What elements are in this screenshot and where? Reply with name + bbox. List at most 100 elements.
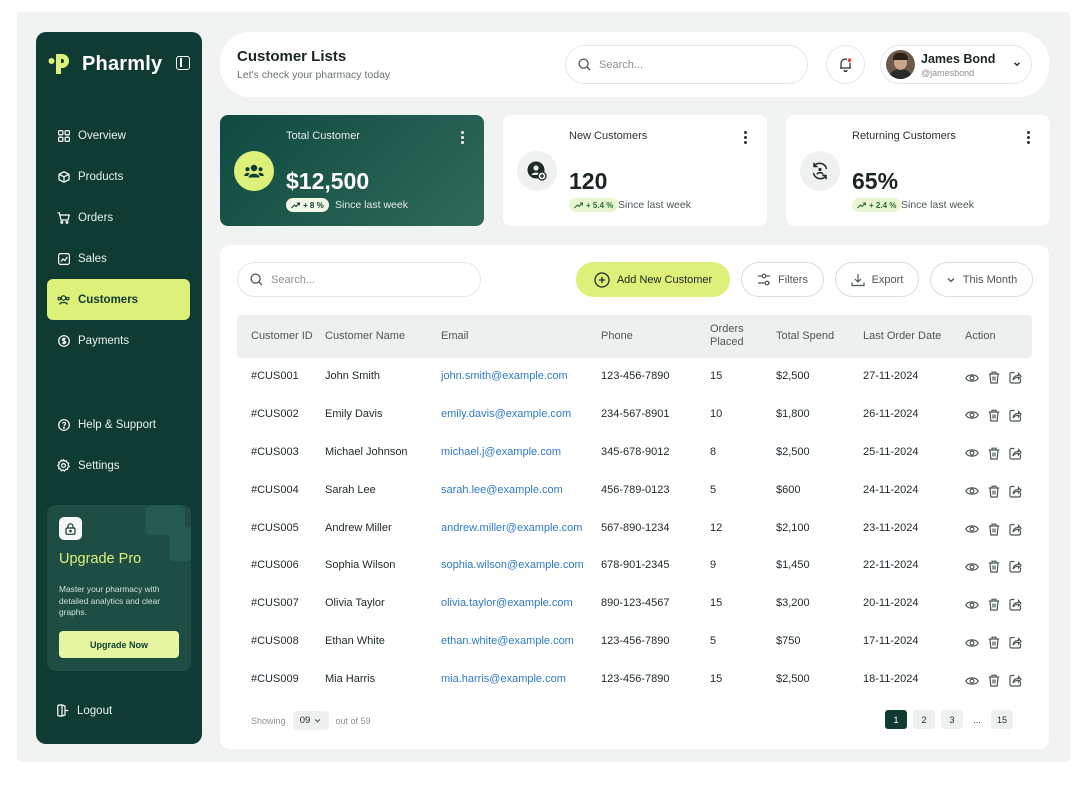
page-size-select[interactable]: 09: [292, 711, 329, 730]
more-vertical-icon[interactable]: [744, 131, 747, 144]
cell-customer-id: #CUS003: [251, 445, 299, 458]
share-icon[interactable]: [1008, 635, 1023, 650]
cell-email[interactable]: emily.davis@example.com: [441, 408, 571, 420]
column-header-customer-id[interactable]: Customer ID: [251, 330, 313, 343]
view-eye-icon[interactable]: [964, 522, 979, 537]
share-icon[interactable]: [1008, 484, 1023, 499]
cell-email[interactable]: michael.j@example.com: [441, 446, 561, 458]
page-button[interactable]: 2: [913, 710, 935, 729]
page-button[interactable]: 3: [941, 710, 963, 729]
notification-button[interactable]: [826, 45, 865, 84]
header-search-input[interactable]: Search...: [565, 45, 808, 84]
share-icon[interactable]: [1008, 597, 1023, 612]
delete-trash-icon[interactable]: [986, 408, 1001, 423]
table-row[interactable]: #CUS006 Sophia Wilson sophia.wilson@exampl…: [237, 547, 1032, 585]
period-select[interactable]: This Month: [930, 262, 1033, 297]
delete-trash-icon[interactable]: [986, 597, 1001, 612]
view-eye-icon[interactable]: [964, 635, 979, 650]
cell-email[interactable]: sarah.lee@example.com: [441, 484, 563, 496]
view-eye-icon[interactable]: [964, 673, 979, 688]
page-button[interactable]: 1: [885, 710, 907, 729]
table-row[interactable]: #CUS005 Andrew Miller andrew.miller@exampl…: [237, 510, 1032, 548]
sidebar-item-orders[interactable]: Orders: [47, 197, 190, 238]
logout-label: Logout: [77, 704, 113, 717]
table-row[interactable]: #CUS003 Michael Johnson michael.j@example.…: [237, 434, 1032, 472]
table-row[interactable]: #CUS001 John Smith john.smith@example.com 1…: [237, 358, 1032, 396]
column-header-phone[interactable]: Phone: [601, 330, 633, 343]
sidebar-item-payments[interactable]: Payments: [47, 320, 190, 361]
table-row[interactable]: #CUS007 Olivia Taylor olivia.taylor@exampl…: [237, 585, 1032, 623]
delete-trash-icon[interactable]: [986, 484, 1001, 499]
view-eye-icon[interactable]: [964, 484, 979, 499]
sidebar-item-label: Payments: [78, 334, 130, 347]
cell-email[interactable]: ethan.white@example.com: [441, 635, 574, 647]
sidebar-item-overview[interactable]: Overview: [47, 115, 190, 156]
page-button[interactable]: 15: [991, 710, 1013, 729]
view-eye-icon[interactable]: [964, 559, 979, 574]
gear-icon: [57, 459, 70, 472]
logout-button[interactable]: Logout: [57, 704, 112, 717]
chevron-down-icon: [1012, 59, 1022, 69]
delete-trash-icon[interactable]: [986, 559, 1001, 574]
view-eye-icon[interactable]: [964, 370, 979, 385]
cell-orders-placed: 9: [710, 559, 717, 572]
sidebar-item-settings[interactable]: Settings: [47, 445, 190, 486]
row-actions: [964, 484, 1023, 499]
delete-trash-icon[interactable]: [986, 522, 1001, 537]
column-header-customer-name[interactable]: Customer Name: [325, 330, 405, 343]
cell-last-order-date: 26-11-2024: [863, 407, 919, 420]
add-new-customer-button[interactable]: Add New Customer: [576, 262, 730, 297]
table-row[interactable]: #CUS004 Sarah Lee sarah.lee@example.com 456…: [237, 472, 1032, 510]
delete-trash-icon[interactable]: [986, 446, 1001, 461]
sidebar-item-label: Sales: [78, 252, 107, 265]
cell-email[interactable]: mia.harris@example.com: [441, 673, 566, 685]
cell-total-spend: $750: [776, 635, 801, 648]
cell-total-spend: $1,450: [776, 559, 810, 572]
sidebar-item-customers[interactable]: Customers: [47, 279, 190, 320]
chevron-down-icon: [946, 275, 956, 285]
delete-trash-icon[interactable]: [986, 673, 1001, 688]
view-eye-icon[interactable]: [964, 408, 979, 423]
table-row[interactable]: #CUS008 Ethan White ethan.white@example.co…: [237, 623, 1032, 661]
user-add-icon: [517, 151, 557, 191]
sidebar-item-help-support[interactable]: Help & Support: [47, 404, 190, 445]
more-vertical-icon[interactable]: [1027, 131, 1030, 144]
cell-email[interactable]: andrew.miller@example.com: [441, 522, 582, 534]
total-count-label: out of 59: [335, 715, 371, 726]
delete-trash-icon[interactable]: [986, 370, 1001, 385]
row-actions: [964, 446, 1023, 461]
sidebar-item-products[interactable]: Products: [47, 156, 190, 197]
view-eye-icon[interactable]: [964, 446, 979, 461]
table-search-input[interactable]: Search...: [237, 262, 481, 297]
filters-button[interactable]: Filters: [741, 262, 824, 297]
upgrade-now-button[interactable]: Upgrade Now: [59, 631, 179, 658]
stat-label: Returning Customers: [852, 130, 956, 142]
brand-name: Pharmly: [82, 52, 163, 75]
cell-email[interactable]: sophia.wilson@example.com: [441, 559, 584, 571]
share-icon[interactable]: [1008, 559, 1023, 574]
column-header-email[interactable]: Email: [441, 330, 469, 343]
table-row[interactable]: #CUS002 Emily Davis emily.davis@example.co…: [237, 396, 1032, 434]
sidebar-item-sales[interactable]: Sales: [47, 238, 190, 279]
share-icon[interactable]: [1008, 673, 1023, 688]
share-icon[interactable]: [1008, 408, 1023, 423]
user-menu[interactable]: James Bond @jamesbond: [880, 45, 1032, 84]
share-icon[interactable]: [1008, 522, 1023, 537]
cell-email[interactable]: olivia.taylor@example.com: [441, 597, 573, 609]
cell-total-spend: $600: [776, 483, 801, 496]
table-row[interactable]: #CUS009 Mia Harris mia.harris@example.com 1…: [237, 661, 1032, 699]
cart-icon: [57, 211, 70, 224]
export-button[interactable]: Export: [835, 262, 919, 297]
sidebar-collapse-icon[interactable]: [176, 56, 190, 70]
column-header-orders-placed[interactable]: Orders Placed: [710, 323, 744, 349]
delete-trash-icon[interactable]: [986, 635, 1001, 650]
cell-orders-placed: 15: [710, 673, 723, 686]
cell-email[interactable]: john.smith@example.com: [441, 370, 568, 382]
column-header-last-order-date[interactable]: Last Order Date: [863, 330, 941, 343]
more-vertical-icon[interactable]: [461, 131, 464, 144]
share-icon[interactable]: [1008, 370, 1023, 385]
column-header-total-spend[interactable]: Total Spend: [776, 330, 834, 343]
brand[interactable]: Pharmly: [48, 52, 162, 76]
view-eye-icon[interactable]: [964, 597, 979, 612]
share-icon[interactable]: [1008, 446, 1023, 461]
